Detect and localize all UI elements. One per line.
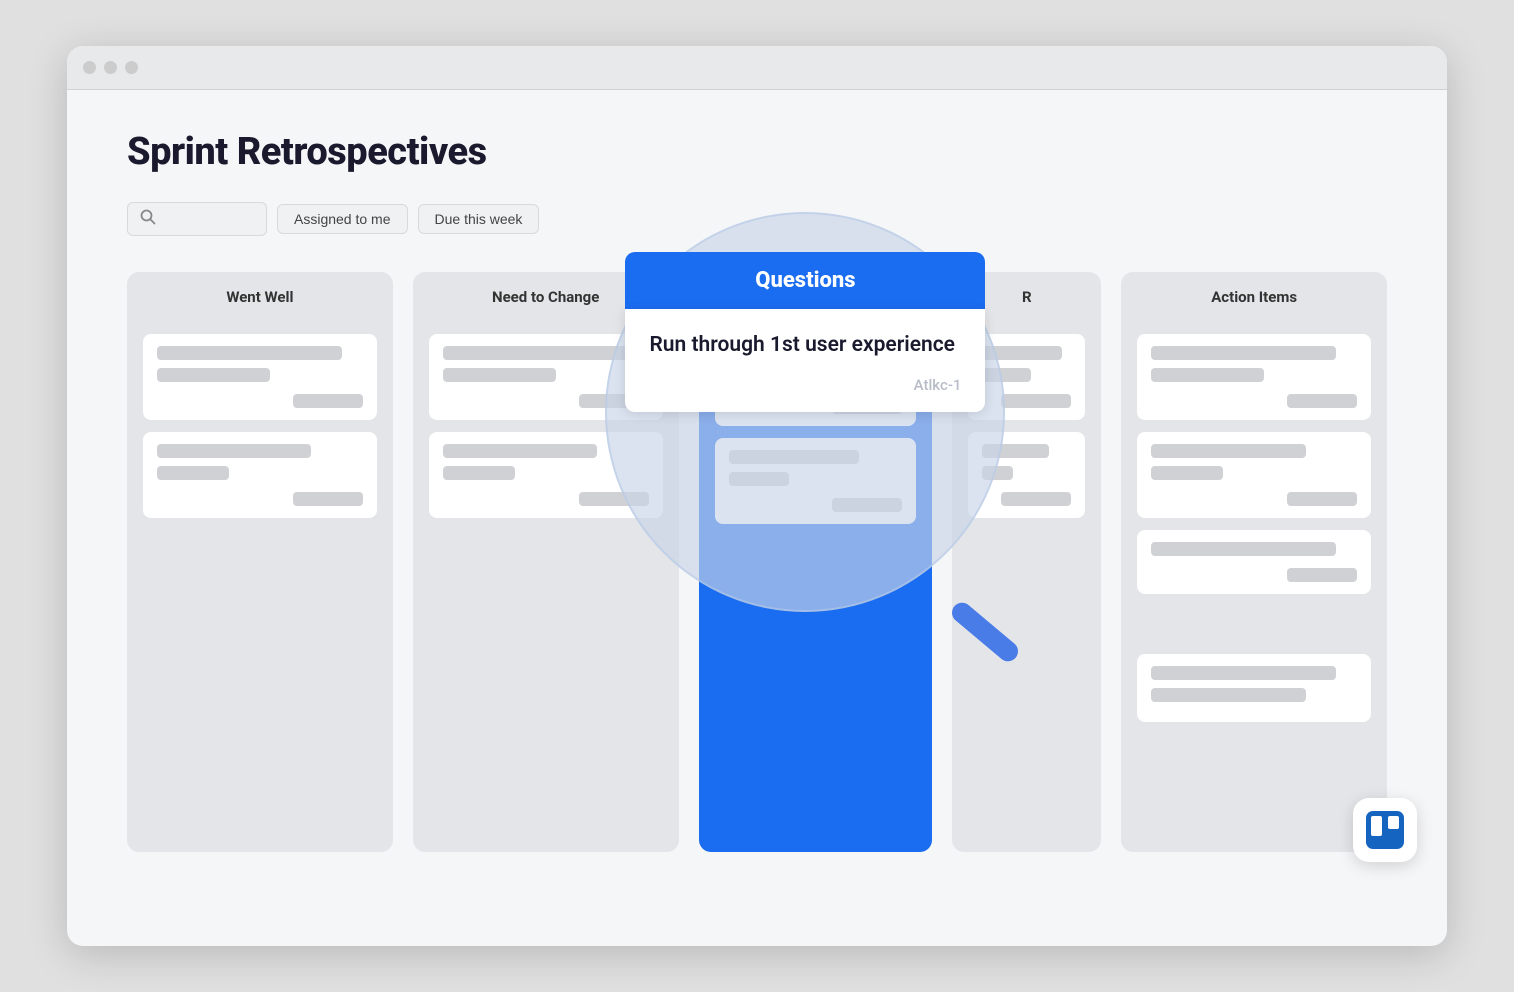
browser-window: Sprint Retrospectives Assigned to me Due…: [67, 46, 1447, 946]
card-bar: [1151, 368, 1264, 382]
card-bar: [1151, 542, 1336, 556]
column-header-need-to-change: Need to Change: [429, 288, 663, 316]
card-tag: [832, 400, 902, 414]
card-bar: [1151, 346, 1336, 360]
card-bar: [1151, 688, 1305, 702]
card-bar: [443, 444, 597, 458]
questions-col-wrapper: Questions: [699, 272, 933, 852]
card-bar: [982, 368, 1031, 382]
browser-content: Sprint Retrospectives Assigned to me Due…: [67, 90, 1447, 892]
card[interactable]: [715, 340, 917, 426]
card-bar: [729, 450, 859, 464]
card[interactable]: [968, 432, 1085, 518]
card-bar: [443, 466, 515, 480]
card-tag: [293, 492, 363, 506]
card-bar: [982, 444, 1049, 458]
search-box[interactable]: [127, 202, 267, 236]
card[interactable]: [429, 334, 663, 420]
card-bar: [1151, 466, 1223, 480]
browser-chrome: [67, 46, 1447, 90]
browser-dot-red: [83, 61, 96, 74]
card-bar: [443, 346, 628, 360]
card-tag: [579, 394, 649, 408]
card-tag: [832, 498, 902, 512]
column-header-action-items: Action Items: [1137, 288, 1371, 316]
column-partial: R: [952, 272, 1101, 852]
card-bar: [1151, 444, 1305, 458]
card[interactable]: [143, 432, 377, 518]
card-tag: [579, 492, 649, 506]
card-bar: [982, 346, 1062, 360]
card-bar: [729, 374, 825, 388]
column-need-to-change: Need to Change: [413, 272, 679, 852]
card-bar: [157, 346, 342, 360]
card[interactable]: [1137, 334, 1371, 420]
card-bar: [729, 472, 790, 486]
card[interactable]: [715, 438, 917, 524]
card-bar: [1151, 666, 1336, 680]
card-spacer: [1137, 654, 1371, 722]
card-tag: [1001, 394, 1071, 408]
card-tag: [293, 394, 363, 408]
card-tag: [1001, 492, 1071, 506]
board-columns: Went Well Need to Change: [127, 272, 1387, 852]
card-bar: [982, 466, 1013, 480]
card[interactable]: [1137, 432, 1371, 518]
card-tag: [1287, 568, 1357, 582]
card[interactable]: [143, 334, 377, 420]
card[interactable]: [1137, 654, 1371, 722]
page-title: Sprint Retrospectives: [127, 130, 1387, 174]
due-this-week-filter[interactable]: Due this week: [418, 204, 540, 234]
column-questions: Questions: [699, 272, 933, 852]
browser-dot-yellow: [104, 61, 117, 74]
card-tag: [1287, 492, 1357, 506]
card[interactable]: [968, 334, 1085, 420]
card[interactable]: [1137, 530, 1371, 594]
card-bar: [729, 352, 885, 366]
search-icon: [140, 209, 156, 229]
column-action-items: Action Items: [1121, 272, 1387, 852]
browser-dot-green: [125, 61, 138, 74]
card-tag: [1287, 394, 1357, 408]
card-bar: [157, 466, 229, 480]
card-bar: [157, 444, 311, 458]
assigned-to-me-filter[interactable]: Assigned to me: [277, 204, 408, 234]
card-bar: [443, 368, 556, 382]
filter-bar: Assigned to me Due this week: [127, 202, 1387, 236]
card[interactable]: [429, 432, 663, 518]
column-header-went-well: Went Well: [143, 288, 377, 316]
column-header-questions: Questions: [715, 288, 917, 322]
card-bar: [157, 368, 270, 382]
column-went-well: Went Well: [127, 272, 393, 852]
trello-logo[interactable]: [1353, 798, 1417, 862]
column-header-partial: R: [968, 288, 1085, 316]
